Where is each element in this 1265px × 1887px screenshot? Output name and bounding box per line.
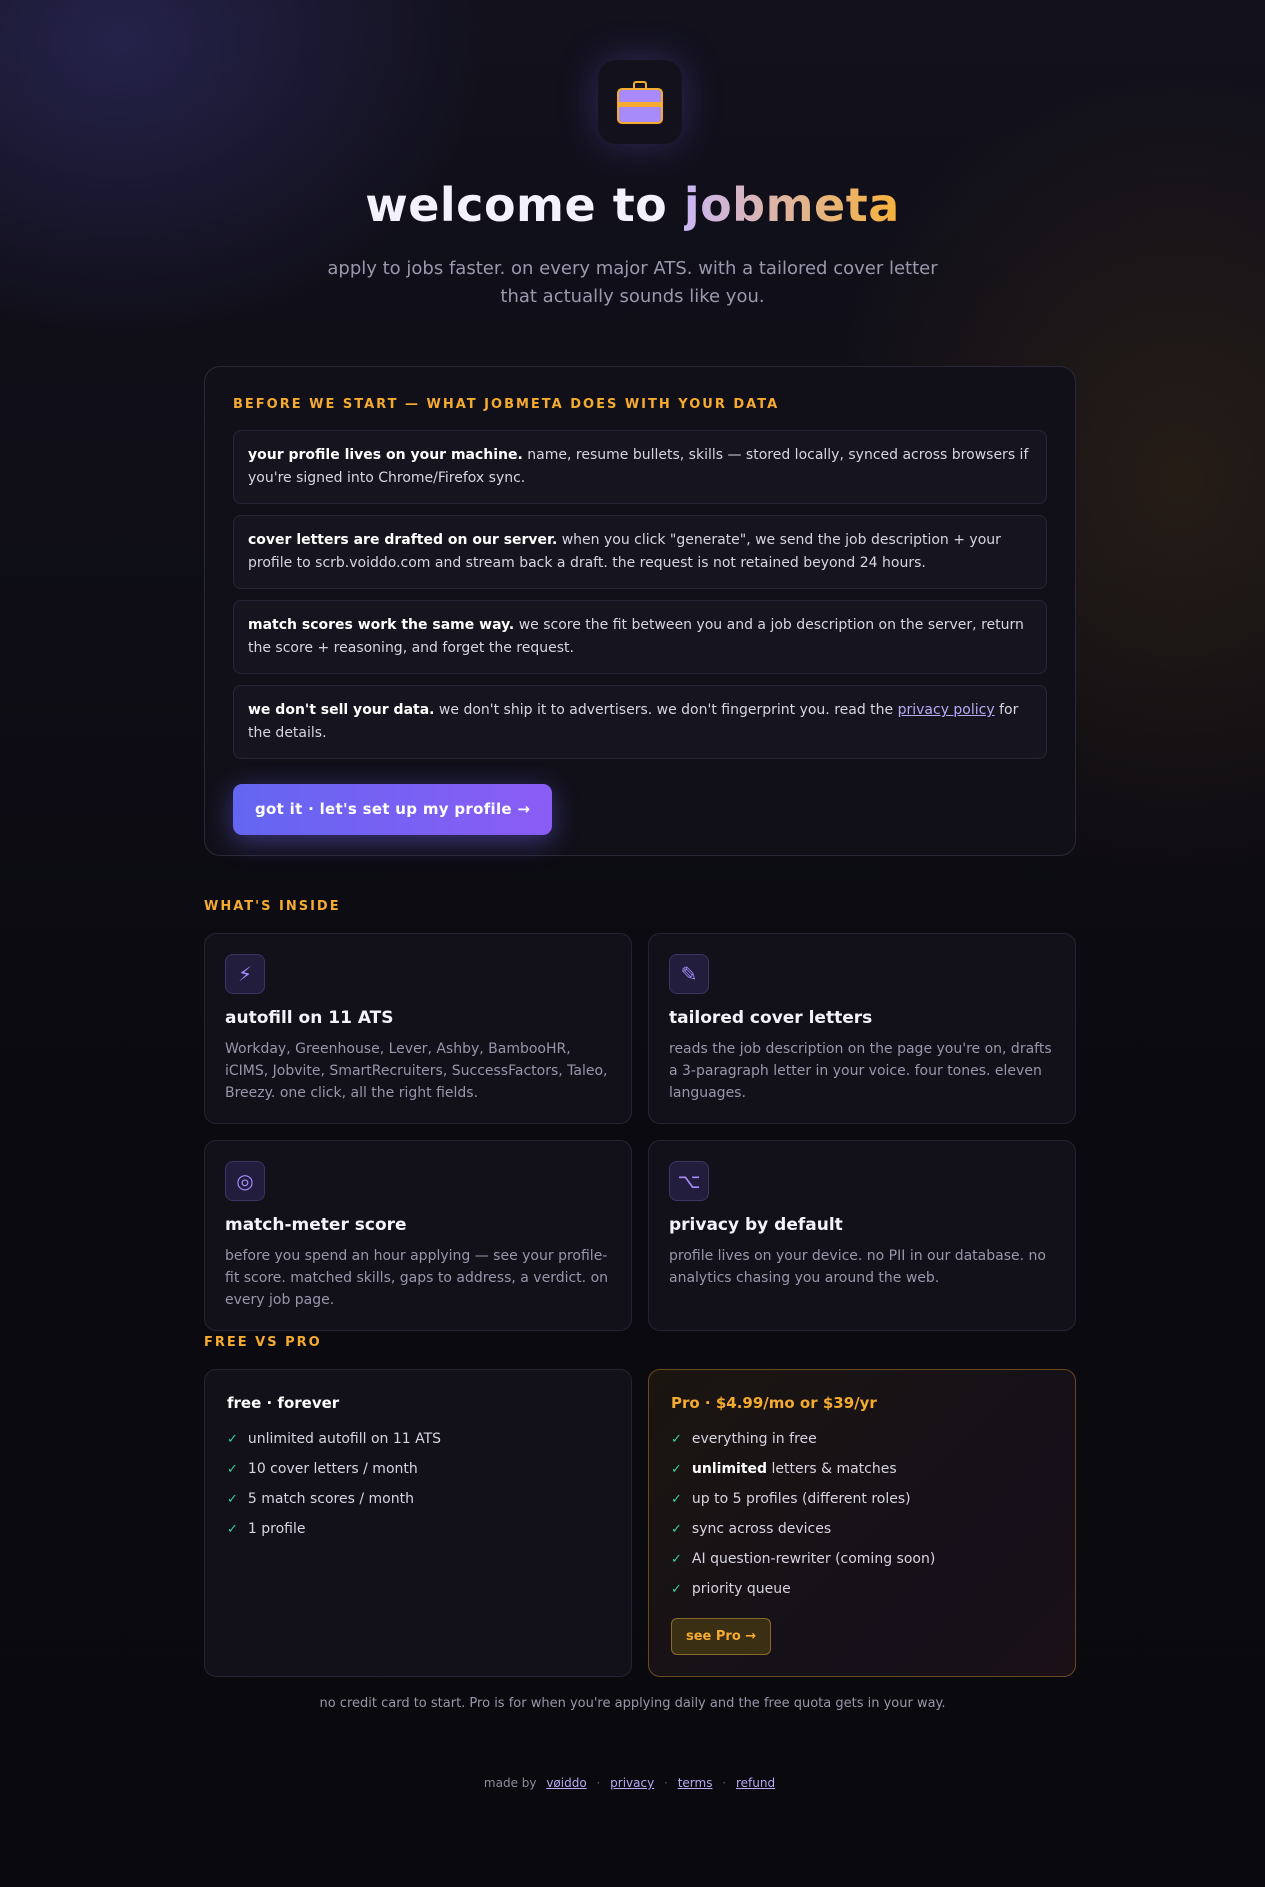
made-by-text: made by bbox=[483, 1776, 537, 1790]
note-lead: cover letters are drafted on our server. bbox=[248, 532, 558, 548]
note-body: we don't ship it to advertisers. we don'… bbox=[434, 702, 898, 718]
feature-title: privacy by default bbox=[669, 1215, 843, 1235]
pencil-icon: ✎ bbox=[669, 954, 709, 994]
lightning-icon: ⚡ bbox=[225, 954, 265, 994]
plan-feature: ✓ up to 5 profiles (different roles) bbox=[671, 1491, 911, 1507]
feature-description: Workday, Greenhouse, Lever, Ashby, Bambo… bbox=[225, 1041, 608, 1101]
feature-title: autofill on 11 ATS bbox=[225, 1008, 394, 1028]
page-title: welcome to jobmeta bbox=[0, 178, 1265, 232]
feature-title: tailored cover letters bbox=[669, 1008, 873, 1028]
feature-card-cover-letters: ✎ tailored cover letters reads the job d… bbox=[648, 933, 1076, 1124]
note-no-selling: we don't sell your data. we don't ship i… bbox=[233, 685, 1047, 759]
check-icon: ✓ bbox=[671, 1432, 682, 1447]
app-logo bbox=[598, 60, 682, 144]
feature-description: profile lives on your device. no PII in … bbox=[669, 1248, 1046, 1286]
plan-title: Pro · $4.99/mo or $39/yr bbox=[671, 1394, 877, 1412]
free-vs-pro-label: FREE VS PRO bbox=[204, 1335, 322, 1350]
title-prefix: welcome to bbox=[365, 178, 684, 232]
briefcase-icon bbox=[617, 81, 663, 124]
setup-profile-button[interactable]: got it · let's set up my profile → bbox=[233, 784, 553, 835]
check-icon: ✓ bbox=[671, 1462, 682, 1477]
footer-separator: · bbox=[664, 1776, 668, 1790]
whats-inside-label: WHAT'S INSIDE bbox=[204, 899, 341, 914]
footer-separator: · bbox=[596, 1776, 601, 1790]
privacy-link[interactable]: privacy bbox=[610, 1776, 654, 1790]
feature-card-autofill: ⚡ autofill on 11 ATS Workday, Greenhouse… bbox=[204, 933, 632, 1124]
plan-feature: ✓ unlimited autofill on 11 ATS bbox=[227, 1431, 442, 1447]
unlimited-emphasis: unlimited bbox=[691, 1461, 768, 1477]
plan-feature: ✓ 10 cover letters / month bbox=[227, 1461, 418, 1477]
voiddo-link[interactable]: vøiddo bbox=[546, 1776, 586, 1790]
plan-card-free: free · forever ✓ unlimited autofill on 11… bbox=[204, 1369, 632, 1677]
refund-link[interactable]: refund bbox=[736, 1776, 775, 1790]
note-local-profile: your profile lives on your machine. name… bbox=[233, 430, 1047, 504]
check-icon: ✓ bbox=[227, 1462, 238, 1477]
option-key-icon: ⌥ bbox=[669, 1161, 709, 1201]
plan-feature: ✓ sync across devices bbox=[671, 1521, 832, 1537]
note-lead: your profile lives on your machine. bbox=[248, 447, 523, 463]
feature-title: match-meter score bbox=[225, 1215, 407, 1235]
feature-description: reads the job description on the page yo… bbox=[669, 1041, 1052, 1101]
data-policy-card: BEFORE WE START — WHAT JOBMETA DOES WITH… bbox=[204, 366, 1076, 856]
note-cover-letters: cover letters are drafted on our server.… bbox=[233, 515, 1047, 589]
footer: made by vøiddo · privacy · terms · refun… bbox=[0, 1776, 1265, 1790]
footer-separator: · bbox=[722, 1776, 727, 1790]
plan-feature: ✓ 5 match scores / month bbox=[227, 1491, 414, 1507]
plan-feature: ✓ priority queue bbox=[671, 1581, 791, 1597]
check-icon: ✓ bbox=[671, 1552, 682, 1567]
check-icon: ✓ bbox=[227, 1492, 238, 1507]
title-brand: jobmeta bbox=[683, 178, 900, 232]
note-lead: match scores work the same way. bbox=[248, 617, 515, 633]
plan-feature: ✓ AI question-rewriter (coming soon) bbox=[671, 1551, 936, 1567]
check-icon: ✓ bbox=[671, 1522, 682, 1537]
terms-link[interactable]: terms bbox=[678, 1776, 713, 1790]
note-lead: we don't sell your data. bbox=[248, 702, 435, 718]
feature-card-privacy: ⌥ privacy by default profile lives on yo… bbox=[648, 1140, 1076, 1331]
plan-feature: ✓ everything in free bbox=[671, 1431, 817, 1447]
check-icon: ✓ bbox=[671, 1492, 682, 1507]
check-icon: ✓ bbox=[671, 1582, 682, 1597]
plan-feature: ✓ unlimited letters & matches bbox=[671, 1461, 897, 1477]
check-icon: ✓ bbox=[227, 1522, 238, 1537]
plan-feature: ✓ 1 profile bbox=[227, 1521, 306, 1537]
feature-card-match-meter: ◎ match-meter score before you spend an … bbox=[204, 1140, 632, 1331]
fine-print: no credit card to start. Pro is for when… bbox=[319, 1696, 946, 1711]
see-pro-button[interactable]: see Pro → bbox=[671, 1618, 772, 1655]
note-match-scores: match scores work the same way. we score… bbox=[233, 600, 1047, 674]
plan-title: free · forever bbox=[227, 1394, 340, 1412]
privacy-policy-link[interactable]: privacy policy bbox=[898, 702, 995, 718]
target-icon: ◎ bbox=[225, 1161, 265, 1201]
page-subtitle: apply to jobs faster. on every major ATS… bbox=[327, 258, 938, 307]
plan-card-pro: Pro · $4.99/mo or $39/yr ✓ everything in … bbox=[648, 1369, 1076, 1677]
data-policy-eyebrow: BEFORE WE START — WHAT JOBMETA DOES WITH… bbox=[233, 397, 780, 412]
check-icon: ✓ bbox=[227, 1432, 238, 1447]
feature-description: before you spend an hour applying — see … bbox=[225, 1248, 609, 1308]
